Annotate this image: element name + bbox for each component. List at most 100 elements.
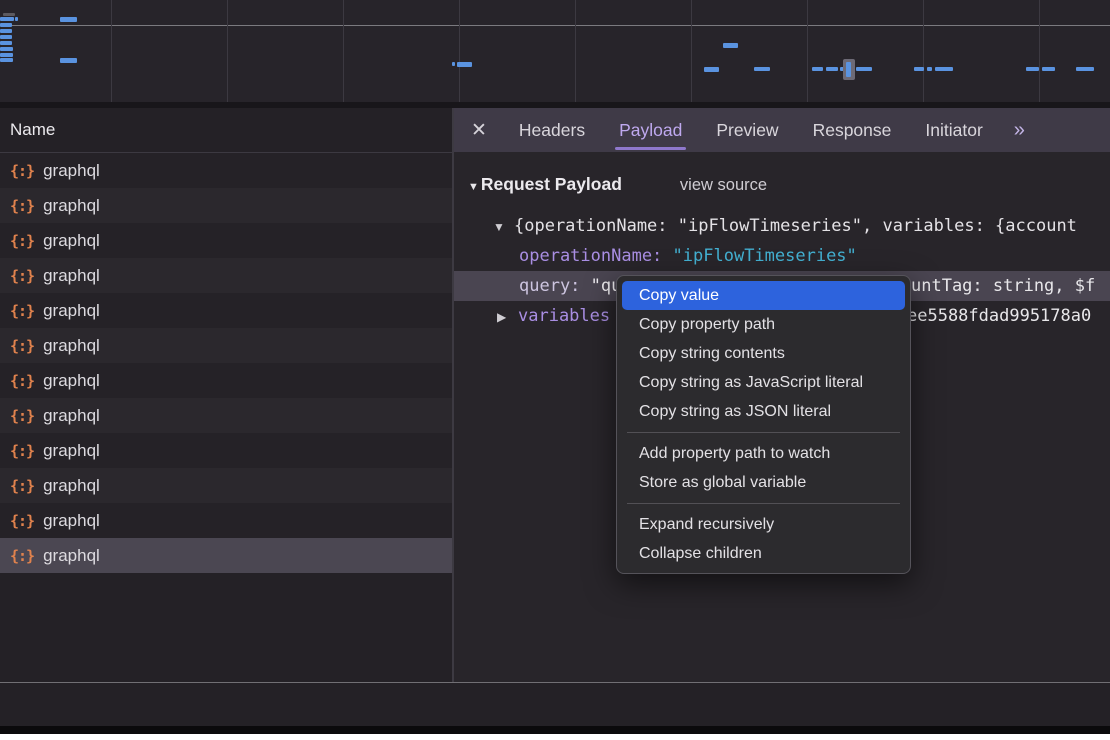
timeline-request-bar xyxy=(0,35,12,39)
request-row[interactable]: {:}graphql xyxy=(0,188,452,223)
menu-item-copy-property-path[interactable]: Copy property path xyxy=(617,310,910,339)
menu-item-copy-string-contents[interactable]: Copy string contents xyxy=(617,339,910,368)
timeline-request-bar xyxy=(1026,67,1039,71)
request-name-label: graphql xyxy=(43,336,100,356)
request-name-label: graphql xyxy=(43,406,100,426)
timeline-selected-marker xyxy=(843,59,855,80)
timeline-request-bar xyxy=(723,43,738,48)
detail-tabbar: ✕ Headers Payload Preview Response Initiator… xyxy=(454,108,1110,152)
json-braces-icon: {:} xyxy=(10,267,34,285)
request-row[interactable]: {:}graphql xyxy=(0,153,452,188)
request-row[interactable]: {:} graphql xyxy=(0,538,452,573)
window-bottom-edge xyxy=(0,726,1110,734)
timeline-request-bar xyxy=(0,58,13,62)
root-preview-text: {operationName: "ipFlowTimeseries", vari… xyxy=(514,216,1077,236)
request-row[interactable]: {:}graphql xyxy=(0,328,452,363)
json-braces-icon: {:} xyxy=(10,477,34,495)
request-name-label: graphql xyxy=(43,161,100,181)
menu-item-copy-string-as-json-literal[interactable]: Copy string as JSON literal xyxy=(617,397,910,426)
menu-item-copy-value[interactable]: Copy value xyxy=(622,281,905,310)
menu-item-collapse-children[interactable]: Collapse children xyxy=(617,539,910,568)
timeline-request-bar xyxy=(0,47,13,51)
name-column-label: Name xyxy=(10,120,55,139)
request-row[interactable]: {:}graphql xyxy=(0,503,452,538)
json-braces-icon: {:} xyxy=(10,372,34,390)
request-name-label: graphql xyxy=(43,196,100,216)
property-value-right: ee5588fdad995178a0 xyxy=(907,301,1091,331)
expander-down-icon[interactable]: ▼ xyxy=(493,212,506,242)
section-expander-icon[interactable]: ▼ xyxy=(468,181,479,193)
request-list-panel: Name {:}graphql{:}graphql{:}graphql{:}gr… xyxy=(0,108,452,682)
menu-separator xyxy=(627,503,900,504)
request-row[interactable]: {:} graphql xyxy=(0,433,452,468)
timeline-request-bar xyxy=(927,67,932,71)
json-braces-icon: {:} xyxy=(10,547,34,565)
request-name-label: graphql xyxy=(43,231,100,251)
request-row[interactable]: {:} graphql xyxy=(0,223,452,258)
name-column-header[interactable]: Name xyxy=(0,108,452,153)
json-braces-icon: {:} xyxy=(10,232,34,250)
network-overview-timeline[interactable] xyxy=(0,0,1110,102)
menu-item-copy-string-as-javascript-literal[interactable]: Copy string as JavaScript literal xyxy=(617,368,910,397)
context-menu: Copy valueCopy property pathCopy string … xyxy=(616,275,911,574)
devtools-network-panel: Name {:}graphql{:}graphql{:}graphql{:}gr… xyxy=(0,0,1110,740)
timeline-gridline xyxy=(575,0,576,102)
request-payload-section-header[interactable]: ▼ Request Payload view source xyxy=(468,174,1110,195)
timeline-request-bar xyxy=(0,29,12,33)
more-tabs-icon[interactable]: » xyxy=(1014,119,1023,142)
tab-initiator[interactable]: Initiator xyxy=(925,108,982,152)
close-icon[interactable]: ✕ xyxy=(454,119,502,142)
tree-row-operation-name[interactable]: operationName: "ipFlowTimeseries" xyxy=(454,241,1110,271)
section-title: Request Payload xyxy=(481,174,622,195)
property-key: query: xyxy=(519,276,580,296)
menu-item-add-property-path-to-watch[interactable]: Add property path to watch xyxy=(617,439,910,468)
menu-item-store-as-global-variable[interactable]: Store as global variable xyxy=(617,468,910,497)
request-name-label: graphql xyxy=(43,371,100,391)
timeline-request-bar xyxy=(452,62,455,66)
request-row[interactable]: {:} graphql xyxy=(0,363,452,398)
timeline-gridline xyxy=(807,0,808,102)
timeline-gridline xyxy=(111,0,112,102)
timeline-request-bar xyxy=(754,67,770,71)
request-name-label: graphql xyxy=(43,266,100,286)
request-row[interactable]: {:} graphql xyxy=(0,398,452,433)
json-braces-icon: {:} xyxy=(10,442,34,460)
json-braces-icon: {:} xyxy=(10,407,34,425)
request-name-label: graphql xyxy=(43,301,100,321)
request-name-label: graphql xyxy=(43,476,100,496)
timeline-request-bar xyxy=(914,67,924,71)
timeline-request-bar xyxy=(935,67,953,71)
timeline-request-bar xyxy=(856,67,872,71)
request-row[interactable]: {:} graphql xyxy=(0,258,452,293)
json-braces-icon: {:} xyxy=(10,512,34,530)
timeline-request-bar xyxy=(0,41,12,45)
timeline-request-bar xyxy=(60,17,77,22)
tab-headers[interactable]: Headers xyxy=(519,108,585,152)
expander-right-icon[interactable]: ▶ xyxy=(497,302,510,332)
timeline-gridline xyxy=(343,0,344,102)
menu-item-expand-recursively[interactable]: Expand recursively xyxy=(617,510,910,539)
timeline-gridline xyxy=(923,0,924,102)
property-key: operationName: xyxy=(519,246,662,266)
tab-payload[interactable]: Payload xyxy=(619,108,682,152)
property-key: variables xyxy=(518,306,610,326)
request-name-label: graphql xyxy=(43,441,100,461)
detail-tabs: Headers Payload Preview Response Initiator xyxy=(502,108,1000,152)
page-margin xyxy=(0,734,1110,740)
request-row[interactable]: {:} graphql xyxy=(0,468,452,503)
request-row[interactable]: {:} graphql xyxy=(0,293,452,328)
footer-bar xyxy=(0,683,1110,726)
property-value-right: untTag: string, $f xyxy=(911,271,1095,301)
timeline-request-bar xyxy=(0,53,13,57)
timeline-gridline xyxy=(227,0,228,102)
view-source-link[interactable]: view source xyxy=(680,176,767,195)
tree-row-root[interactable]: ▼ {operationName: "ipFlowTimeseries", var… xyxy=(454,211,1110,241)
tab-preview[interactable]: Preview xyxy=(716,108,778,152)
json-braces-icon: {:} xyxy=(10,302,34,320)
timeline-request-bar xyxy=(3,13,15,16)
tab-response[interactable]: Response xyxy=(813,108,892,152)
timeline-request-bar xyxy=(457,62,472,67)
timeline-gridline xyxy=(1039,0,1040,102)
request-list: {:} graphql {:} graphql {:} graphql {:} graphql… xyxy=(0,153,452,573)
request-name-label: graphql xyxy=(43,546,100,566)
